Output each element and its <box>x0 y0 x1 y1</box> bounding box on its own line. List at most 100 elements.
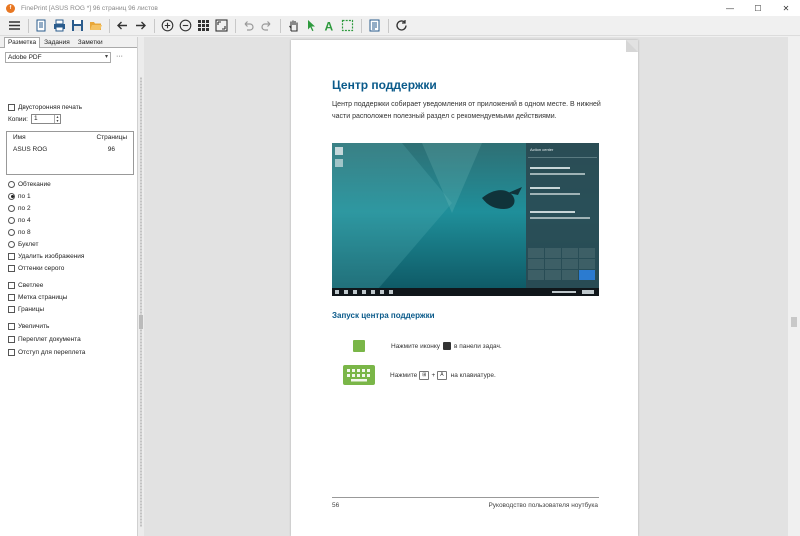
save-icon[interactable] <box>69 18 85 34</box>
radio-button[interactable] <box>8 204 15 212</box>
table-row[interactable]: ASUS ROG 96 <box>7 141 133 153</box>
arrow-left-icon[interactable] <box>114 18 130 34</box>
text-icon[interactable]: A <box>321 18 337 34</box>
toolbar-separator <box>361 18 362 33</box>
checkbox-box[interactable] <box>8 264 15 272</box>
footer-title: Руководство пользователя ноутбука <box>488 502 598 509</box>
select-arrow-icon[interactable] <box>303 18 319 34</box>
gutter-checkbox[interactable]: Отступ для переплета <box>8 347 85 357</box>
radio-button[interactable] <box>8 240 15 248</box>
col-name-header[interactable]: Имя <box>13 134 26 141</box>
preview-area: Центр поддержки Центр поддержки собирает… <box>144 37 788 536</box>
grid-icon[interactable] <box>195 18 211 34</box>
maximize-button[interactable]: ☐ <box>744 0 772 16</box>
copies-label: Копии: <box>8 115 28 123</box>
step-1: Нажмите иконку в панели задач. <box>353 340 502 352</box>
footer-divider <box>332 497 599 498</box>
toolbar-separator <box>280 18 281 33</box>
radio-label: по 4 <box>18 216 31 224</box>
checkbox-box[interactable] <box>8 293 15 301</box>
radio-button[interactable] <box>8 180 15 188</box>
checkbox-label: Переплет документа <box>18 335 81 343</box>
page-intro: Центр поддержки собирает уведомления от … <box>332 101 601 120</box>
undo-icon[interactable] <box>240 18 256 34</box>
settings-panel: Разметка Задания Заметки Adobe PDF ▾ ···… <box>0 37 138 536</box>
tab-layout[interactable]: Разметка <box>4 37 41 48</box>
menu-icon[interactable] <box>6 18 22 34</box>
radio-1up[interactable]: по 1 <box>8 191 85 201</box>
action-center-screenshot: Action center <box>332 143 599 296</box>
radio-booklet[interactable]: Буклет <box>8 239 85 249</box>
fineprint-window: f FinePrint [ASUS ROG *] 96 страниц 96 л… <box>0 0 800 536</box>
zoom-out-icon[interactable] <box>177 18 193 34</box>
fit-icon[interactable] <box>213 18 229 34</box>
radio-button[interactable] <box>8 216 15 224</box>
checkbox-box[interactable] <box>8 305 15 313</box>
page-view-icon[interactable] <box>366 18 382 34</box>
duplex-label: Двусторонняя печать <box>18 103 83 111</box>
radio-button[interactable] <box>8 192 15 200</box>
page-label-checkbox[interactable]: Метка страницы <box>8 292 85 302</box>
crop-icon[interactable] <box>339 18 355 34</box>
job-pages: 96 <box>107 146 115 153</box>
section-heading: Запуск центра поддержки <box>332 311 435 320</box>
checkbox-box[interactable] <box>8 281 15 289</box>
toolbar-separator <box>235 18 236 33</box>
close-button[interactable]: ✕ <box>772 0 800 16</box>
page-heading: Центр поддержки <box>332 78 437 92</box>
radio-button[interactable] <box>8 228 15 236</box>
jobs-table: Имя Страницы ASUS ROG 96 <box>6 131 134 175</box>
spin-arrows-icon[interactable]: ▲ ▼ <box>54 115 60 123</box>
hand-icon[interactable] <box>285 18 301 34</box>
layout-options: Обтекание по 1 по 2 по 4 по 8 Буклет Уда… <box>8 179 85 357</box>
grayscale-checkbox[interactable]: Оттенки серого <box>8 263 85 273</box>
copies-row: Копии: 1 ▲ ▼ <box>8 114 61 124</box>
fineprint-app-icon: f <box>6 3 15 13</box>
tab-jobs[interactable]: Задания <box>40 37 74 47</box>
collapse-arrow-icon[interactable] <box>139 315 143 329</box>
checkbox-label: Метка страницы <box>18 293 68 301</box>
remove-images-checkbox[interactable]: Удалить изображения <box>8 251 85 261</box>
print-icon[interactable] <box>51 18 67 34</box>
enlarge-checkbox[interactable]: Увеличить <box>8 321 85 331</box>
checkbox-box[interactable] <box>8 348 15 356</box>
printer-select[interactable]: Adobe PDF ▾ <box>5 52 111 63</box>
radio-label: по 1 <box>18 192 31 200</box>
zoom-in-icon[interactable] <box>159 18 175 34</box>
binding-checkbox[interactable]: Переплет документа <box>8 334 85 344</box>
open-folder-icon[interactable] <box>87 18 103 34</box>
checkbox-box[interactable] <box>8 322 15 330</box>
vertical-scrollbar[interactable] <box>788 37 800 536</box>
printer-more-button[interactable]: ··· <box>116 52 123 63</box>
panel-tabs: Разметка Задания Заметки <box>0 37 137 48</box>
tab-notes[interactable]: Заметки <box>74 37 107 47</box>
printer-select-value: Adobe PDF <box>8 54 42 61</box>
radio-wrap[interactable]: Обтекание <box>8 179 85 189</box>
borders-checkbox[interactable]: Границы <box>8 304 85 314</box>
arrow-right-icon[interactable] <box>132 18 148 34</box>
a-key: A <box>437 370 447 380</box>
copies-stepper[interactable]: 1 ▲ ▼ <box>31 114 61 124</box>
radio-8up[interactable]: по 8 <box>8 227 85 237</box>
minimize-button[interactable]: — <box>716 0 744 16</box>
radio-label: Буклет <box>18 240 39 248</box>
scrollbar-thumb[interactable] <box>791 317 797 327</box>
keyboard-icon <box>343 365 375 385</box>
radio-2up[interactable]: по 2 <box>8 203 85 213</box>
lighter-checkbox[interactable]: Светлее <box>8 280 85 290</box>
toolbar-separator <box>109 18 110 33</box>
job-name: ASUS ROG <box>13 146 48 153</box>
col-pages-header[interactable]: Страницы <box>96 134 127 141</box>
redo-icon[interactable] <box>258 18 274 34</box>
screenshot-image: Action center <box>332 143 599 296</box>
printer-icon[interactable] <box>33 18 49 34</box>
copies-value: 1 <box>34 115 38 122</box>
radio-label: по 8 <box>18 228 31 236</box>
checkbox-box[interactable] <box>8 103 15 111</box>
checkbox-box[interactable] <box>8 335 15 343</box>
checkbox-box[interactable] <box>8 252 15 260</box>
duplex-checkbox[interactable]: Двусторонняя печать <box>8 102 82 112</box>
radio-4up[interactable]: по 4 <box>8 215 85 225</box>
refresh-icon[interactable] <box>393 18 409 34</box>
splitter-dots <box>140 77 142 527</box>
